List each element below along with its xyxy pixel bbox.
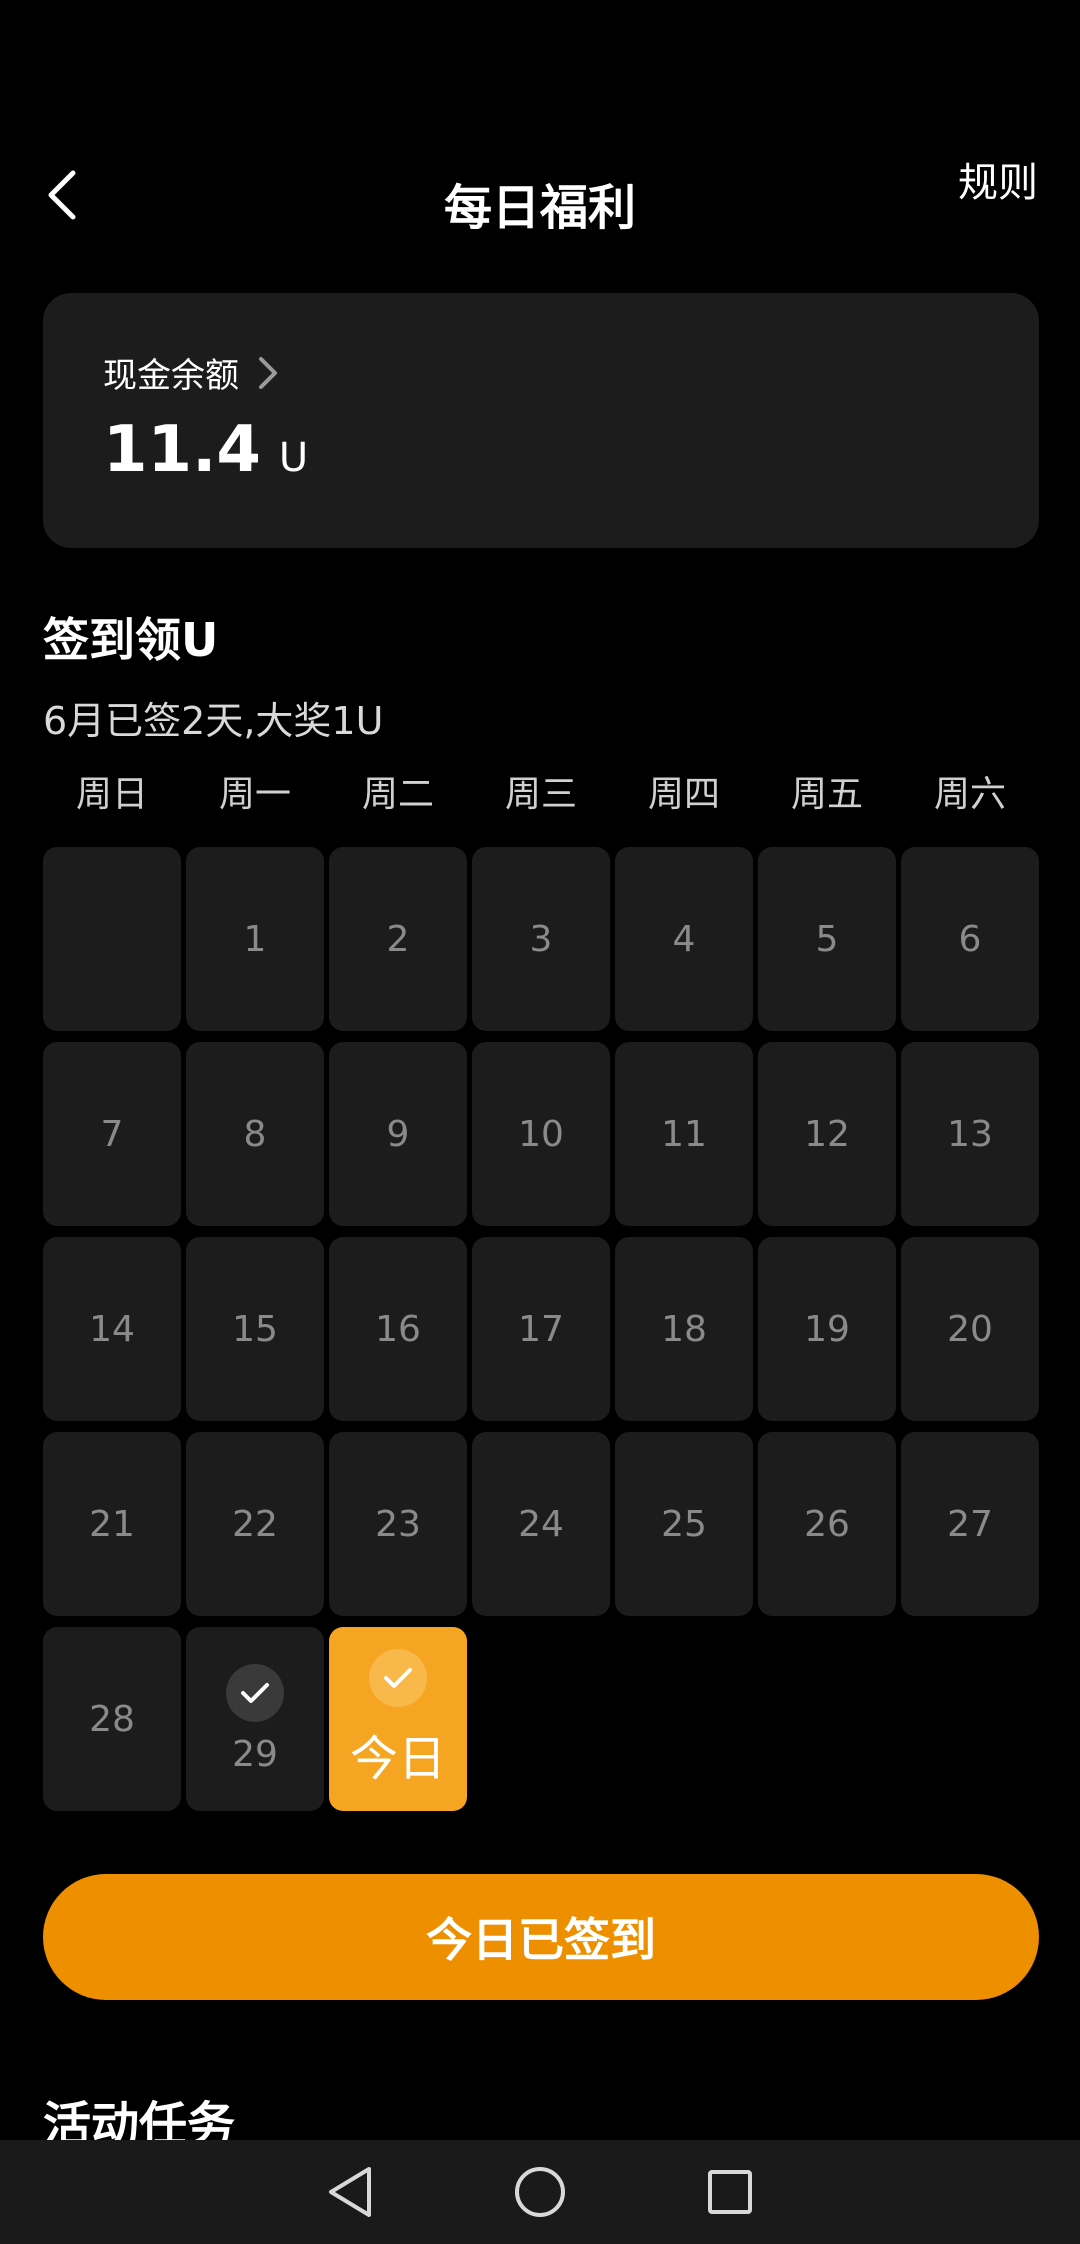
calendar-day[interactable]: 28: [43, 1627, 181, 1811]
calendar-day[interactable]: 29: [186, 1627, 324, 1811]
nav-back-button[interactable]: [310, 2152, 390, 2232]
calendar-day-label: 20: [947, 1308, 993, 1350]
calendar-day-label: 7: [100, 1113, 124, 1155]
balance-card: 现金余额 11.4 U: [43, 293, 1039, 548]
calendar-day-label: 18: [661, 1308, 707, 1350]
calendar-day[interactable]: 12: [758, 1042, 896, 1226]
calendar-day-label: 8: [243, 1113, 267, 1155]
calendar-day-label: 29: [232, 1733, 278, 1775]
circle-home-icon: [515, 2167, 565, 2217]
calendar-day-label: 6: [958, 918, 982, 960]
calendar-day-label: 9: [386, 1113, 410, 1155]
calendar-day-label: 11: [661, 1113, 707, 1155]
calendar-day-label: 3: [529, 918, 553, 960]
calendar-day[interactable]: 15: [186, 1237, 324, 1421]
calendar-day-label: 2: [386, 918, 410, 960]
calendar-day-label: 14: [89, 1308, 135, 1350]
triangle-back-icon: [329, 2167, 371, 2217]
calendar-day-label: 24: [518, 1503, 564, 1545]
calendar-day[interactable]: 23: [329, 1432, 467, 1616]
balance-amount: 11.4 U: [103, 413, 308, 487]
calendar-day-label: 17: [518, 1308, 564, 1350]
calendar-day[interactable]: 18: [615, 1237, 753, 1421]
calendar-day[interactable]: 16: [329, 1237, 467, 1421]
header-bar: 每日福利 规则: [0, 150, 1080, 260]
calendar-day-label: 15: [232, 1308, 278, 1350]
signin-calendar: 1 2 3 4 5 6 7 8 9 10 11 12 13 14 15 16 17 18 19 20 21 22 23 24 2…: [43, 847, 1039, 1811]
weekday-header: 周日 周一 周二 周三 周四 周五 周六: [43, 765, 1039, 821]
calendar-day-label: 10: [518, 1113, 564, 1155]
square-recents-icon: [708, 2170, 752, 2214]
nav-recents-button[interactable]: [690, 2152, 770, 2232]
weekday-label: 周四: [647, 774, 720, 815]
calendar-day[interactable]: 14: [43, 1237, 181, 1421]
signed-in-today-button[interactable]: 今日已签到: [43, 1874, 1039, 2000]
calendar-day[interactable]: 24: [472, 1432, 610, 1616]
calendar-day[interactable]: 26: [758, 1432, 896, 1616]
calendar-day-label: 21: [89, 1503, 135, 1545]
calendar-day-today[interactable]: 今日: [329, 1627, 467, 1811]
calendar-day[interactable]: 5: [758, 847, 896, 1031]
weekday-label: 周日: [75, 774, 148, 815]
balance-unit: U: [278, 435, 309, 481]
calendar-day[interactable]: 4: [615, 847, 753, 1031]
calendar-day[interactable]: 27: [901, 1432, 1039, 1616]
calendar-day-label: 23: [375, 1503, 421, 1545]
chevron-right-icon: [257, 355, 279, 391]
calendar-day-label: 26: [804, 1503, 850, 1545]
calendar-day[interactable]: 1: [186, 847, 324, 1031]
calendar-day[interactable]: 25: [615, 1432, 753, 1616]
calendar-day[interactable]: 2: [329, 847, 467, 1031]
weekday-label: 周一: [218, 774, 291, 815]
calendar-day-label: 1: [243, 918, 267, 960]
weekday-label: 周六: [933, 774, 1006, 815]
check-icon: [226, 1663, 284, 1722]
page-title: 每日福利: [443, 180, 636, 236]
calendar-day-label: 13: [947, 1113, 993, 1155]
calendar-day-label: 16: [375, 1308, 421, 1350]
calendar-day[interactable]: 21: [43, 1432, 181, 1616]
signin-section-title: 签到领U: [43, 613, 219, 667]
balance-value: 11.4: [103, 413, 261, 487]
check-icon: [369, 1649, 427, 1707]
calendar-day[interactable]: 6: [901, 847, 1039, 1031]
calendar-day-label: 25: [661, 1503, 707, 1545]
rules-link[interactable]: 规则: [958, 150, 1038, 208]
calendar-day[interactable]: 11: [615, 1042, 753, 1226]
calendar-day-label: 28: [89, 1698, 135, 1740]
calendar-day-label: 27: [947, 1503, 993, 1545]
calendar-day[interactable]: 19: [758, 1237, 896, 1421]
calendar-day-label: 4: [672, 918, 696, 960]
calendar-day-label: 22: [232, 1503, 278, 1545]
calendar-day-label: 5: [815, 918, 839, 960]
calendar-day-label: 19: [804, 1308, 850, 1350]
calendar-day[interactable]: 20: [901, 1237, 1039, 1421]
calendar-day-label: 今日: [349, 1731, 446, 1787]
calendar-day[interactable]: 7: [43, 1042, 181, 1226]
calendar-day[interactable]: 10: [472, 1042, 610, 1226]
calendar-day-empty: [43, 847, 181, 1031]
calendar-day[interactable]: 17: [472, 1237, 610, 1421]
calendar-day[interactable]: 3: [472, 847, 610, 1031]
weekday-label: 周五: [790, 774, 863, 815]
signin-summary: 6月已签2天,大奖1U: [43, 699, 384, 743]
weekday-label: 周三: [504, 774, 577, 815]
nav-home-button[interactable]: [500, 2152, 580, 2232]
calendar-day[interactable]: 9: [329, 1042, 467, 1226]
weekday-label: 周二: [361, 774, 434, 815]
calendar-day[interactable]: 22: [186, 1432, 324, 1616]
calendar-day[interactable]: 8: [186, 1042, 324, 1226]
balance-label: 现金余额: [103, 356, 239, 396]
balance-detail-link[interactable]: 现金余额: [103, 348, 279, 397]
system-nav-bar: [0, 2140, 1080, 2244]
calendar-day[interactable]: 13: [901, 1042, 1039, 1226]
calendar-day-label: 12: [804, 1113, 850, 1155]
